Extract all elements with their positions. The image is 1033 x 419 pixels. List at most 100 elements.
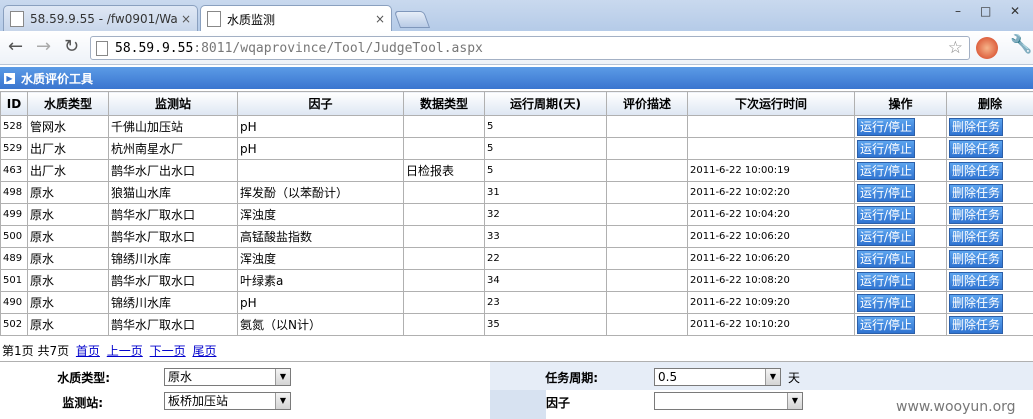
dropdown-arrow-icon: ▼ (787, 393, 802, 409)
cell-water-type: 原水 (28, 248, 109, 270)
run-stop-button[interactable]: 运行/停止 (857, 184, 915, 202)
forward-icon[interactable]: → (36, 36, 51, 57)
water-type-select[interactable]: 原水 ▼ (164, 368, 291, 386)
table-row: 501原水鹊华水厂取水口叶绿素a342011-6-22 10:08:20运行/停… (1, 270, 1033, 292)
run-stop-button[interactable]: 运行/停止 (857, 118, 915, 136)
run-stop-button[interactable]: 运行/停止 (857, 250, 915, 268)
play-arrow-icon: ▶ (4, 73, 15, 84)
period-select[interactable]: 0.5 ▼ (654, 368, 781, 386)
cell-description (607, 314, 688, 336)
table-row: 490原水锦绣川水库pH232011-6-22 10:09:20运行/停止删除任… (1, 292, 1033, 314)
tab-close-icon[interactable]: × (375, 12, 385, 26)
cell-data-type (404, 138, 485, 160)
task-table: ID 水质类型 监测站 因子 数据类型 运行周期(天) 评价描述 下次运行时间 … (0, 91, 1033, 336)
wrench-menu-icon[interactable]: 🔧 (1010, 34, 1032, 55)
run-stop-button[interactable]: 运行/停止 (857, 228, 915, 246)
cell-period: 31 (485, 182, 607, 204)
pager-last-link[interactable]: 尾页 (192, 344, 216, 358)
delete-task-button[interactable]: 删除任务 (949, 118, 1003, 136)
header-water-type: 水质类型 (28, 92, 109, 116)
close-window-icon[interactable]: ✕ (1010, 4, 1020, 18)
cell-description (607, 270, 688, 292)
reload-icon[interactable]: ↻ (64, 36, 79, 57)
cell-description (607, 226, 688, 248)
cell-data-type (404, 204, 485, 226)
cell-action: 运行/停止 (855, 116, 947, 138)
table-row: 500原水鹊华水厂取水口高锰酸盐指数332011-6-22 10:06:20运行… (1, 226, 1033, 248)
dropdown-arrow-icon: ▼ (765, 369, 780, 385)
run-stop-button[interactable]: 运行/停止 (857, 294, 915, 312)
cell-water-type: 出厂水 (28, 160, 109, 182)
cell-next-run: 2011-6-22 10:08:20 (688, 270, 855, 292)
cell-water-type: 出厂水 (28, 138, 109, 160)
delete-task-button[interactable]: 删除任务 (949, 250, 1003, 268)
cell-factor: 浑浊度 (238, 204, 404, 226)
cell-factor: pH (238, 292, 404, 314)
station-select[interactable]: 板桥加压站 ▼ (164, 392, 291, 410)
delete-task-button[interactable]: 删除任务 (949, 140, 1003, 158)
cell-water-type: 管网水 (28, 116, 109, 138)
new-tab-button[interactable] (394, 11, 430, 28)
table-row: 502原水鹊华水厂取水口氨氮（以N计）352011-6-22 10:10:20运… (1, 314, 1033, 336)
minimize-icon[interactable]: – (955, 4, 961, 18)
cell-period: 32 (485, 204, 607, 226)
tab-close-icon[interactable]: × (181, 12, 191, 26)
cell-water-type: 原水 (28, 226, 109, 248)
extension-icon[interactable] (976, 37, 998, 59)
address-bar[interactable]: 58.59.9.55:8011/wqaprovince/Tool/JudgeTo… (90, 36, 970, 60)
cell-factor: pH (238, 116, 404, 138)
delete-task-button[interactable]: 删除任务 (949, 162, 1003, 180)
cell-action: 运行/停止 (855, 270, 947, 292)
cell-delete: 删除任务 (947, 138, 1033, 160)
factor-select[interactable]: ▼ (654, 392, 803, 410)
cell-data-type (404, 270, 485, 292)
delete-task-button[interactable]: 删除任务 (949, 228, 1003, 246)
table-row: 498原水狼猫山水库挥发酚（以苯酚计）312011-6-22 10:02:20运… (1, 182, 1033, 204)
pager: 第1页 共7页 首页 上一页 下一页 尾页 (2, 342, 216, 359)
cell-station: 锦绣川水库 (109, 292, 238, 314)
cell-description (607, 182, 688, 204)
cell-next-run (688, 116, 855, 138)
browser-tab-2[interactable]: 水质监测 × (200, 5, 392, 32)
cell-id: 500 (1, 226, 28, 248)
cell-station: 鹊华水厂取水口 (109, 204, 238, 226)
cell-factor (238, 160, 404, 182)
cell-data-type (404, 226, 485, 248)
cell-data-type: 日检报表 (404, 160, 485, 182)
delete-task-button[interactable]: 删除任务 (949, 272, 1003, 290)
delete-task-button[interactable]: 删除任务 (949, 206, 1003, 224)
cell-period: 34 (485, 270, 607, 292)
cell-data-type (404, 292, 485, 314)
cell-water-type: 原水 (28, 292, 109, 314)
run-stop-button[interactable]: 运行/停止 (857, 316, 915, 334)
cell-factor: pH (238, 138, 404, 160)
cell-period: 22 (485, 248, 607, 270)
pager-first-link[interactable]: 首页 (76, 344, 100, 358)
cell-action: 运行/停止 (855, 160, 947, 182)
browser-tab-1[interactable]: 58.59.9.55 - /fw0901/Wa × (3, 5, 198, 31)
cell-delete: 删除任务 (947, 182, 1033, 204)
table-row: 463出厂水鹊华水厂出水口日检报表52011-6-22 10:00:19运行/停… (1, 160, 1033, 182)
cell-delete: 删除任务 (947, 160, 1033, 182)
url-text: 58.59.9.55:8011/wqaprovince/Tool/JudgeTo… (115, 41, 483, 56)
cell-factor: 浑浊度 (238, 248, 404, 270)
table-body: 528管网水千佛山加压站pH5运行/停止删除任务529出厂水杭州南星水厂pH5运… (1, 116, 1033, 336)
back-icon[interactable]: ← (8, 36, 23, 57)
pager-next-link[interactable]: 下一页 (150, 344, 186, 358)
cell-action: 运行/停止 (855, 204, 947, 226)
run-stop-button[interactable]: 运行/停止 (857, 162, 915, 180)
maximize-icon[interactable]: □ (980, 4, 991, 18)
run-stop-button[interactable]: 运行/停止 (857, 140, 915, 158)
table-header-row: ID 水质类型 监测站 因子 数据类型 运行周期(天) 评价描述 下次运行时间 … (1, 92, 1033, 116)
delete-task-button[interactable]: 删除任务 (949, 316, 1003, 334)
delete-task-button[interactable]: 删除任务 (949, 184, 1003, 202)
cell-period: 33 (485, 226, 607, 248)
cell-next-run: 2011-6-22 10:09:20 (688, 292, 855, 314)
pager-prev-link[interactable]: 上一页 (107, 344, 143, 358)
cell-period: 5 (485, 138, 607, 160)
delete-task-button[interactable]: 删除任务 (949, 294, 1003, 312)
run-stop-button[interactable]: 运行/停止 (857, 272, 915, 290)
cell-station: 鹊华水厂取水口 (109, 270, 238, 292)
bookmark-star-icon[interactable]: ☆ (948, 38, 963, 58)
run-stop-button[interactable]: 运行/停止 (857, 206, 915, 224)
